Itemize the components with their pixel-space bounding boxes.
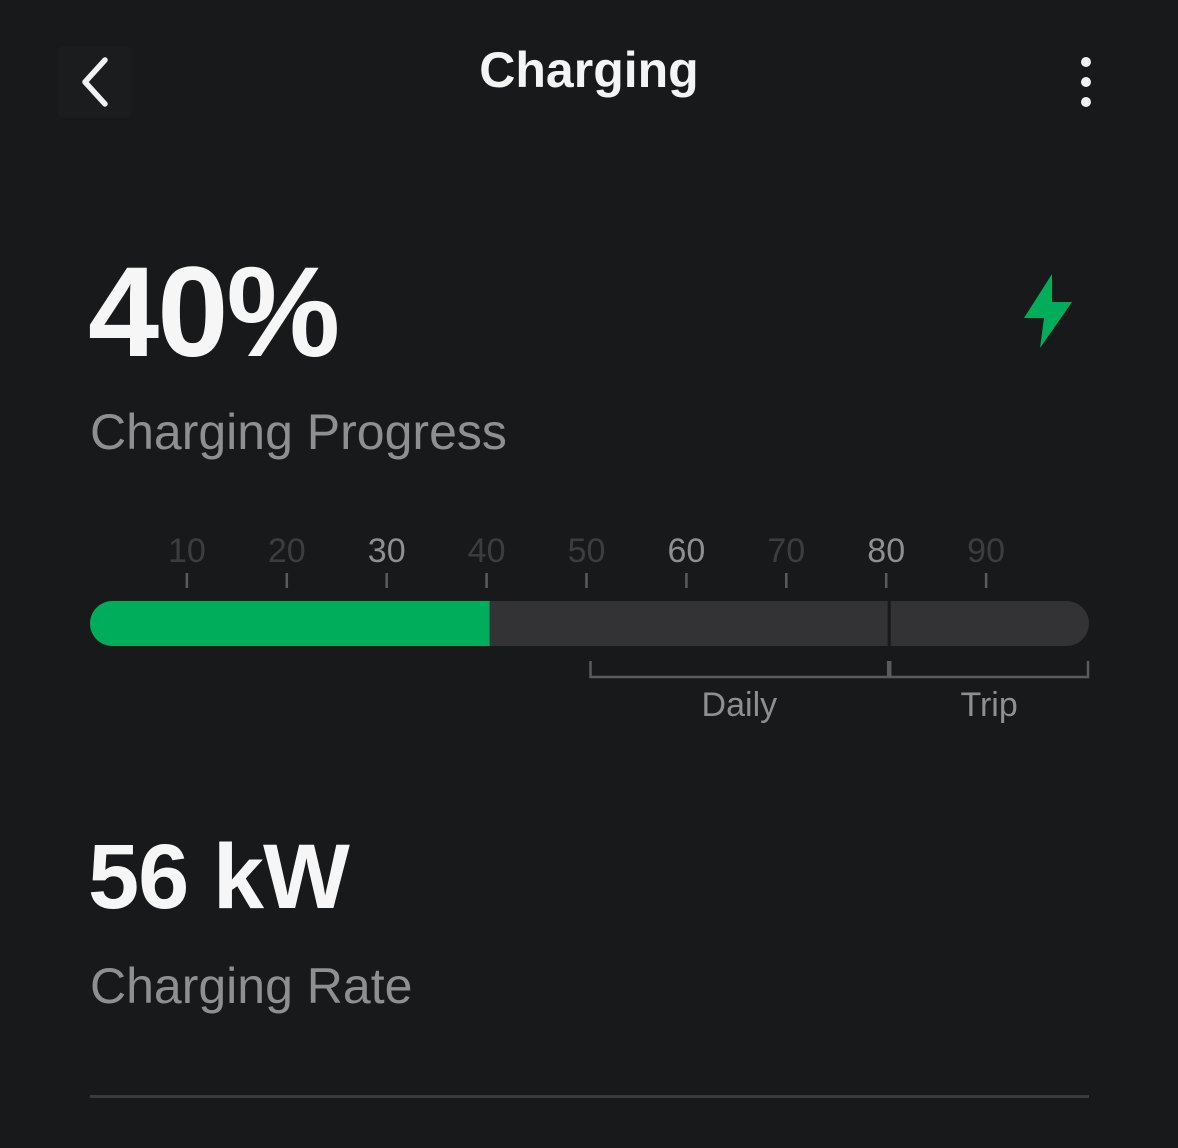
gauge-tick-label-40: 40	[468, 532, 506, 570]
gauge-tick-label-60: 60	[667, 532, 705, 570]
gauge-fill	[90, 601, 490, 646]
charge-gauge[interactable]: 10 20 30 40 50 60 70 80 90 Daily Trip	[0, 520, 1178, 740]
lightning-bolt-icon	[1024, 274, 1072, 348]
more-options-button[interactable]	[1058, 50, 1114, 114]
gauge-tick-label-90: 90	[967, 532, 1005, 570]
gauge-tick-label-20: 20	[268, 532, 306, 570]
gauge-tick-label-80: 80	[867, 532, 905, 570]
gauge-tick-label-30: 30	[368, 532, 406, 570]
page-title: Charging	[479, 42, 699, 98]
gauge-tick-label-10: 10	[168, 532, 206, 570]
charging-progress-label: Charging Progress	[90, 404, 507, 460]
range-bracket-daily	[589, 661, 890, 679]
range-bracket-trip	[888, 661, 1090, 679]
gauge-tick-label-50: 50	[568, 532, 606, 570]
gauge-tick-label-70: 70	[767, 532, 805, 570]
section-divider	[90, 1095, 1089, 1098]
range-label-daily: Daily	[702, 686, 778, 724]
charging-rate-value: 56 kW	[88, 826, 350, 928]
charging-rate-label: Charging Rate	[90, 958, 413, 1014]
gauge-ticks: 10 20 30 40 50 60 70 80 90	[168, 532, 1005, 588]
vertical-ellipsis-icon	[1081, 57, 1091, 107]
charge-percent: 40%	[88, 241, 340, 384]
range-label-trip: Trip	[960, 686, 1017, 724]
gauge-ranges: Daily Trip	[589, 661, 1090, 724]
